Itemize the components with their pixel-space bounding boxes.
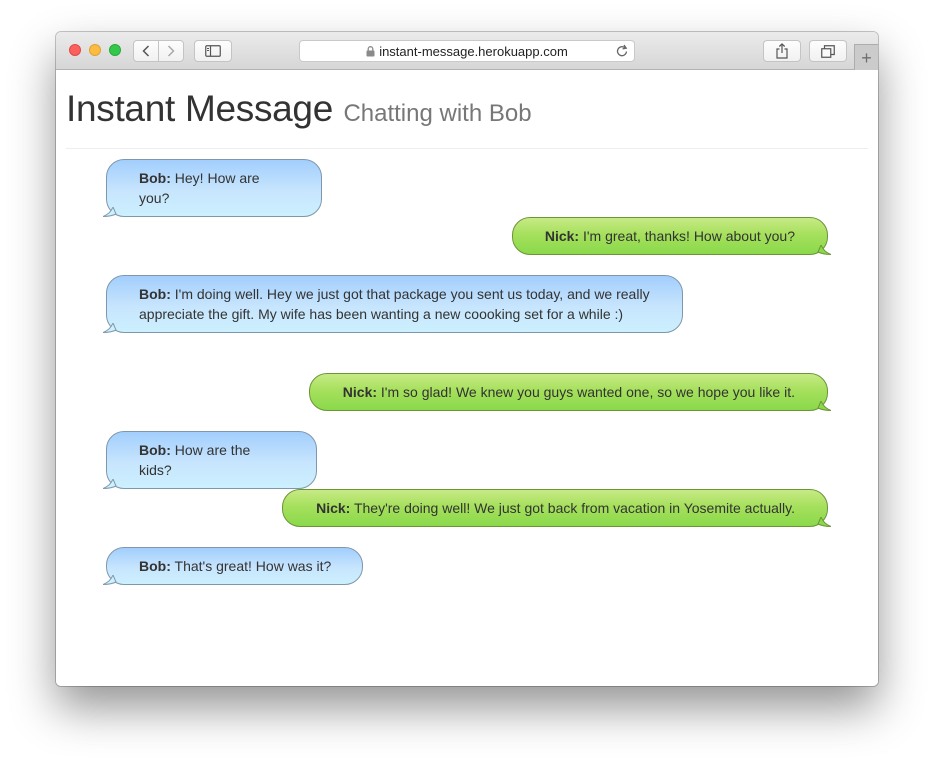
reload-button[interactable] [616, 44, 629, 63]
message-sender: Bob: [139, 286, 171, 302]
message-sender: Nick: [342, 384, 378, 400]
header-divider [66, 148, 868, 149]
bubble-tail [103, 323, 117, 333]
share-icon [776, 43, 788, 59]
message-bubble-bob: Bob: That's great! How was it? [103, 547, 363, 585]
show-tabs-button[interactable] [809, 40, 847, 62]
message-bubble-bob: Bob: I'm doing well. Hey we just got tha… [103, 275, 683, 333]
zoom-window-button[interactable] [109, 44, 121, 56]
message-bubble-nick: Nick: I'm great, thanks! How about you? [512, 217, 831, 255]
forward-button[interactable] [158, 40, 184, 62]
message-bubble-bob: Bob: Hey! How are you? [103, 159, 322, 217]
page-content: Instant Message Chatting with Bob Bob: H… [56, 70, 878, 686]
page-title: Instant Message [66, 88, 333, 129]
url-text: instant-message.herokuapp.com [379, 43, 568, 59]
plus-icon: + [861, 47, 872, 68]
page-header: Instant Message Chatting with Bob [66, 88, 532, 130]
bubble-tail [817, 517, 831, 527]
browser-window: instant-message.herokuapp.com + Instant … [56, 32, 878, 686]
chevron-right-icon [167, 45, 175, 57]
sidebar-icon [205, 45, 221, 57]
page-subtitle: Chatting with Bob [343, 100, 532, 127]
message-bubble-nick: Nick: I'm so glad! We knew you guys want… [309, 373, 831, 411]
new-tab-button[interactable]: + [854, 44, 878, 70]
message-text: They're doing well! We just got back fro… [353, 500, 795, 516]
message-bubble-nick: Nick: They're doing well! We just got ba… [282, 489, 831, 527]
message-sender: Bob: [139, 170, 171, 186]
lock-icon [366, 45, 375, 56]
message-text: I'm so glad! We knew you guys wanted one… [380, 384, 795, 400]
back-button[interactable] [133, 40, 159, 62]
message-sender: Bob: [139, 558, 171, 574]
message-sender: Bob: [139, 442, 171, 458]
bubble-tail [103, 575, 117, 585]
bubble-tail [817, 245, 831, 255]
message-text: I'm doing well. Hey we just got that pac… [139, 286, 650, 322]
message-sender: Nick: [316, 500, 351, 516]
share-button[interactable] [763, 40, 801, 62]
sidebar-toggle-button[interactable] [194, 40, 232, 62]
address-bar[interactable]: instant-message.herokuapp.com [299, 40, 635, 62]
message-sender: Nick: [544, 228, 580, 244]
bubble-tail [103, 479, 117, 489]
message-text: That's great! How was it? [174, 558, 332, 574]
bubble-tail [817, 401, 831, 411]
reload-icon [616, 44, 628, 57]
message-bubble-bob: Bob: How are the kids? [103, 431, 317, 489]
bubble-tail [103, 207, 117, 217]
close-window-button[interactable] [69, 44, 81, 56]
tabs-icon [821, 44, 835, 58]
minimize-window-button[interactable] [89, 44, 101, 56]
chevron-left-icon [142, 45, 150, 57]
message-text: I'm great, thanks! How about you? [582, 228, 795, 244]
browser-toolbar: instant-message.herokuapp.com + [56, 32, 878, 70]
